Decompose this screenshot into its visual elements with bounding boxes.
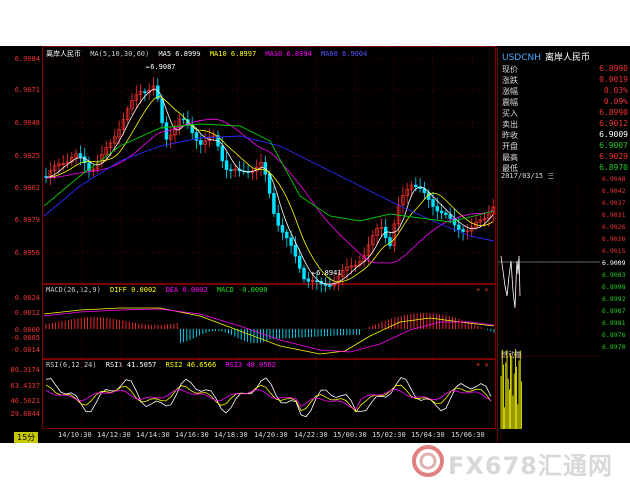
candle-body [461,229,465,232]
watermark: FX678汇通网 [410,443,625,480]
candle-body [315,280,319,282]
time-axis-label: 14/18:30 [214,431,248,439]
time-axis-label: 14/10:30 [58,431,92,439]
time-axis-label: 15/06:30 [451,431,485,439]
candle-body [328,285,332,287]
candle-body [285,231,289,239]
candle-body [272,193,276,214]
candle-body [267,173,272,194]
candle-body [439,210,444,214]
time-axis-label: 14/22:30 [294,431,328,439]
time-axis-label: 15/02:30 [372,431,406,439]
candle-body [181,118,186,121]
time-axis-label: 15/00:30 [333,431,367,439]
candle-body [160,98,164,124]
candle-body [143,91,147,93]
candle-body [78,153,83,158]
quote-panel: USDCNH 离岸人民币 现价 6.8990 涨跌 0.0019 涨幅 0.03% 震幅 0.0… [497,46,630,443]
chart-area: 离岸人民币 MA(5,10,30,60) MA5 6.8999 MA10 6.8… [0,46,496,443]
candle-body [224,160,229,170]
candle-body [280,225,285,233]
candle-body [293,245,298,257]
intraday-price-line [500,255,521,309]
candle-body [199,140,203,145]
candle-body [457,224,461,230]
candle-body [297,255,302,269]
time-axis-label: 14/14:30 [136,431,170,439]
candle-body [289,237,293,246]
watermark-logo-icon [412,445,444,477]
trading-terminal: 离岸人民币 MA(5,10,30,60) MA5 6.8999 MA10 6.8… [0,46,630,443]
candle-body [414,184,418,188]
rsi2-line [45,384,492,413]
candle-body [302,267,306,280]
high-price-label: ←6.9087 [146,63,176,71]
low-price-label: ←6.8941 [312,269,342,277]
timeframe-button[interactable]: 15分 [14,432,39,443]
time-axis-label: 14/16:30 [175,431,209,439]
candle-body [431,199,435,207]
intraday-chart [498,179,600,429]
candle-body [306,278,311,282]
chart-svg: ←6.9087 ←6.8941 [42,46,496,429]
candle-body [220,145,225,162]
candle-body [276,213,280,226]
candle-body [435,206,440,212]
time-axis-label: 14/20:30 [254,431,288,439]
candle-body [444,212,448,215]
watermark-text: FX678汇通网 [448,452,613,480]
time-axis-label: 15/04:30 [411,431,445,439]
candle-body [229,169,233,171]
time-axis-label: 14/12:30 [97,431,131,439]
